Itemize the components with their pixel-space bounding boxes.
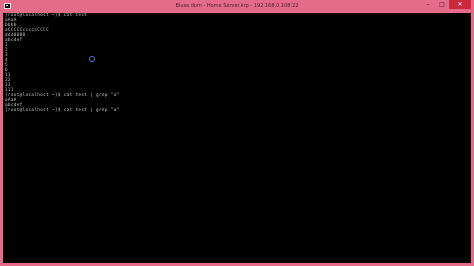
close-button[interactable]: ✕ (449, 0, 471, 9)
window-controls: – □ ✕ (421, 0, 471, 10)
ssh-terminal-window: Blusa dom - Home Server.krp - 192.168.0.… (0, 0, 474, 266)
minimize-button[interactable]: – (421, 0, 435, 9)
terminal-line: [root@localhost ~]$ cat test | grep "a" (5, 93, 120, 98)
terminal-output[interactable]: [root@localhost ~]$ cat test aAaA bbbb a… (3, 13, 471, 263)
maximize-button[interactable]: □ (435, 0, 449, 9)
loading-spinner-icon (89, 56, 95, 62)
terminal-line: [root@localhost ~]$ cat test | grep "a" (5, 108, 120, 113)
title-bar[interactable]: Blusa dom - Home Server.krp - 192.168.0.… (0, 0, 474, 13)
window-title: Blusa dom - Home Server.krp - 192.168.0.… (175, 3, 299, 9)
terminal-line: [root@localhost ~]$ cat test (5, 13, 88, 18)
